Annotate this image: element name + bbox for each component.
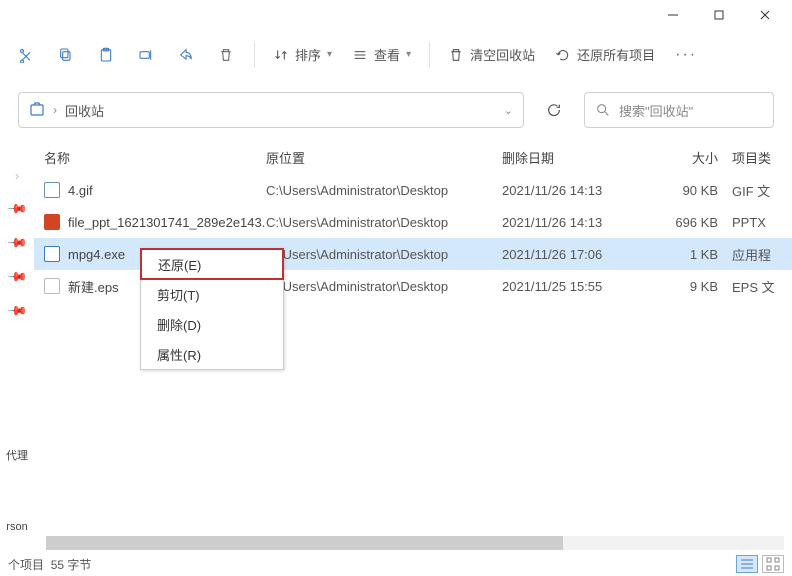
search-input[interactable]: 搜索"回收站": [584, 92, 774, 128]
file-icon: [44, 246, 60, 262]
copy-icon[interactable]: [48, 37, 84, 73]
more-button[interactable]: ···: [667, 46, 705, 64]
scrollbar-thumb[interactable]: [46, 536, 563, 550]
pin-icon[interactable]: 📌: [6, 266, 29, 289]
address-bar[interactable]: › 回收站 ⌄: [18, 92, 524, 128]
chevron-down-icon[interactable]: ⌄: [504, 104, 513, 117]
context-cut-item[interactable]: 剪切(T): [141, 279, 283, 309]
cell-type: EPS 文: [732, 277, 792, 296]
restore-all-label: 还原所有项目: [577, 45, 655, 64]
file-rows: 4.gifC:\Users\Administrator\Desktop2021/…: [34, 174, 792, 572]
file-icon: [44, 278, 60, 294]
column-date-header[interactable]: 删除日期: [502, 148, 654, 167]
cell-date: 2021/11/26 17:06: [502, 247, 654, 262]
cut-icon[interactable]: [8, 37, 44, 73]
content-area: › 📌 📌 📌 📌 代理 rson 名称 原位置 删除日期 大小 项目类 4.g…: [0, 140, 792, 572]
sidebar-label: rson: [6, 521, 27, 533]
cell-size: 1 KB: [654, 247, 732, 262]
details-view-button[interactable]: [736, 555, 758, 573]
cell-type: GIF 文: [732, 181, 792, 200]
chevron-down-icon: ▾: [327, 49, 332, 60]
file-icon: [44, 214, 60, 230]
cell-date: 2021/11/26 14:13: [502, 215, 654, 230]
cell-size: 90 KB: [654, 183, 732, 198]
sort-button[interactable]: 排序 ▾: [265, 45, 340, 64]
status-bar: 个项目 55 字节: [0, 552, 792, 576]
pin-icon[interactable]: 📌: [6, 300, 29, 323]
view-label: 查看: [374, 45, 400, 64]
view-toggle: [736, 555, 784, 573]
empty-recycle-button[interactable]: 清空回收站: [440, 45, 543, 64]
context-properties-item[interactable]: 属性(R): [141, 339, 283, 369]
table-row[interactable]: file_ppt_1621301741_289e2e143...C:\Users…: [34, 206, 792, 238]
column-path-header[interactable]: 原位置: [266, 148, 502, 167]
cell-path: C:\Users\Administrator\Desktop: [266, 183, 502, 198]
cell-size: 696 KB: [654, 215, 732, 230]
cell-type: PPTX: [732, 215, 792, 230]
paste-icon[interactable]: [88, 37, 124, 73]
view-button[interactable]: 查看 ▾: [344, 45, 419, 64]
column-type-header[interactable]: 项目类: [732, 148, 792, 167]
window-titlebar: [0, 0, 792, 30]
refresh-button[interactable]: [536, 92, 572, 128]
toolbar-separator: [429, 42, 430, 68]
search-icon: [595, 102, 611, 118]
recycle-bin-icon: [29, 101, 45, 120]
cell-date: 2021/11/25 15:55: [502, 279, 654, 294]
context-restore-item[interactable]: 还原(E): [140, 248, 284, 280]
chevron-down-icon: ▾: [406, 49, 411, 60]
toolbar-separator: [254, 42, 255, 68]
search-placeholder: 搜索"回收站": [619, 101, 693, 120]
cell-type: 应用程: [732, 245, 792, 264]
pin-icon[interactable]: 📌: [6, 232, 29, 255]
context-delete-item[interactable]: 删除(D): [141, 309, 283, 339]
column-name-header[interactable]: 名称: [44, 148, 266, 167]
column-size-header[interactable]: 大小: [654, 148, 732, 167]
context-menu: 还原(E) 剪切(T) 删除(D) 属性(R): [140, 248, 284, 370]
empty-recycle-label: 清空回收站: [470, 45, 535, 64]
icons-view-button[interactable]: [762, 555, 784, 573]
delete-icon[interactable]: [208, 37, 244, 73]
table-row[interactable]: 4.gif C:\Users\Administrator\Desktop2021/…: [34, 174, 792, 206]
file-name: 新建.eps: [68, 277, 119, 296]
file-name: 4.gif: [68, 183, 93, 198]
cell-path: C:\Users\Administrator\Desktop: [266, 279, 502, 294]
status-text: 个项目 55 字节: [8, 556, 91, 573]
file-name: file_ppt_1621301741_289e2e143...: [68, 215, 266, 230]
cell-date: 2021/11/26 14:13: [502, 183, 654, 198]
close-button[interactable]: [742, 0, 788, 30]
chevron-right-icon: ›: [53, 103, 57, 117]
minimize-button[interactable]: [650, 0, 696, 30]
pin-icon[interactable]: 📌: [6, 198, 29, 221]
cell-path: C:\Users\Administrator\Desktop: [266, 215, 502, 230]
file-name: mpg4.exe: [68, 247, 125, 262]
rename-icon[interactable]: [128, 37, 164, 73]
cell-name: 4.gif: [44, 182, 266, 198]
sidebar-label: 代理: [6, 447, 28, 463]
maximize-button[interactable]: [696, 0, 742, 30]
restore-all-button[interactable]: 还原所有项目: [547, 45, 663, 64]
horizontal-scrollbar[interactable]: [46, 536, 784, 550]
chevron-icon[interactable]: ›: [15, 168, 19, 183]
address-bar-row: › 回收站 ⌄ 搜索"回收站": [0, 80, 792, 140]
share-icon[interactable]: [168, 37, 204, 73]
location-text: 回收站: [65, 101, 104, 120]
sort-label: 排序: [295, 45, 321, 64]
cell-name: file_ppt_1621301741_289e2e143...: [44, 214, 266, 230]
file-icon: [44, 182, 60, 198]
cell-size: 9 KB: [654, 279, 732, 294]
cell-path: C:\Users\Administrator\Desktop: [266, 247, 502, 262]
sidebar: › 📌 📌 📌 📌 代理 rson: [0, 140, 34, 572]
column-headers: 名称 原位置 删除日期 大小 项目类: [34, 140, 792, 174]
toolbar: 排序 ▾ 查看 ▾ 清空回收站 还原所有项目 ···: [0, 30, 792, 80]
